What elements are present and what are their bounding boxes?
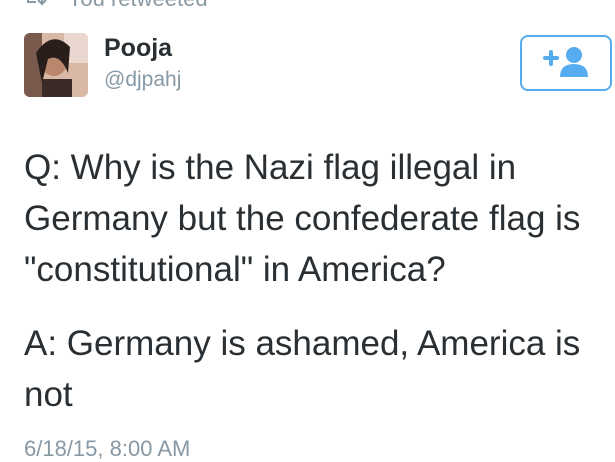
tweet-timestamp: 6/18/15, 8:00 AM bbox=[24, 436, 191, 461]
tweet-answer: A: Germany is ashamed, America is not bbox=[24, 324, 581, 414]
retweet-icon bbox=[22, 0, 48, 12]
user-name[interactable]: Pooja bbox=[104, 33, 172, 63]
retweet-text: You retweeted bbox=[68, 0, 208, 11]
tweet-question: Q: Why is the Nazi flag illegal in Germa… bbox=[24, 148, 581, 289]
user-handle[interactable]: @djpahj bbox=[104, 67, 181, 93]
follow-button[interactable] bbox=[520, 35, 612, 91]
retweet-context: You retweeted bbox=[22, 0, 208, 12]
avatar[interactable] bbox=[24, 33, 88, 97]
follow-user-icon bbox=[542, 44, 590, 83]
